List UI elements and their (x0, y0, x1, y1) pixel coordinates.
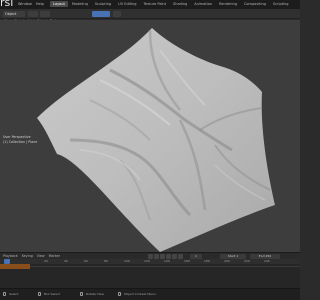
app-logo-text: rsi (0, 0, 14, 9)
tick-label: 200 (224, 259, 230, 263)
status-bar: Select Box Select Rotate View Object Con… (0, 288, 300, 300)
tick-label: 220 (244, 259, 250, 263)
3d-viewport[interactable]: User Perspective (1) Collection | Plane (0, 20, 300, 252)
viewport-info-overlay: User Perspective (1) Collection | Plane (3, 135, 37, 144)
main-menu: Window Help (18, 2, 44, 6)
tool-button[interactable] (113, 11, 121, 17)
status-box-select: Box Select (38, 292, 60, 296)
menu-view[interactable]: View (37, 254, 45, 258)
tick-label: 240 (264, 259, 270, 263)
top-menu-bar: rsi Window Help Layout Modeling Sculptin… (0, 0, 300, 9)
status-rotate-label: Rotate View (86, 292, 104, 296)
status-menu: Object Context Menu (118, 292, 156, 296)
status-rotate: Rotate View (80, 292, 104, 296)
menu-help[interactable]: Help (36, 2, 44, 6)
tool-button[interactable] (40, 11, 50, 17)
status-menu-label: Object Context Menu (124, 292, 156, 296)
mouse-left-icon (3, 292, 6, 296)
track-divider (30, 266, 300, 267)
mouse-drag-icon (80, 292, 83, 296)
tab-rendering[interactable]: Rendering (216, 1, 240, 7)
timeline-header: Playback Keying View Marker 1 Start 1 En… (0, 252, 300, 259)
end-label: End (258, 254, 265, 258)
status-select: Select (3, 292, 18, 296)
workspace-tabs: Layout Modeling Sculpting UV Editing Tex… (50, 1, 292, 7)
active-collection: (1) Collection | Plane (3, 139, 38, 144)
summary-track[interactable] (0, 264, 30, 269)
start-value: 1 (236, 254, 239, 258)
frame-ruler[interactable]: 20 40 60 80 100 120 140 160 180 200 220 … (0, 259, 300, 264)
tick-label: 120 (144, 259, 150, 263)
end-value: 250 (265, 254, 272, 258)
cloth-mesh[interactable] (0, 20, 300, 252)
tab-uv-editing[interactable]: UV Editing (115, 1, 139, 7)
mouse-right-icon (118, 292, 121, 296)
tick-label: 60 (84, 259, 88, 263)
tab-layout[interactable]: Layout (50, 1, 68, 7)
tick-label: 100 (124, 259, 130, 263)
mouse-middle-icon (38, 292, 41, 296)
menu-playback[interactable]: Playback (3, 254, 18, 258)
active-tool-button[interactable] (92, 11, 110, 17)
tool-button[interactable] (28, 11, 38, 17)
tick-label: 20 (44, 259, 48, 263)
tick-label: 140 (164, 259, 170, 263)
tab-scripting[interactable]: Scripting (270, 1, 292, 7)
timeline-menu: Playback Keying View Marker (3, 254, 60, 258)
viewport-header: Object Global Normal Individual Snap Pro… (0, 9, 300, 24)
tab-compositing[interactable]: Compositing (241, 1, 269, 7)
tab-texture-paint[interactable]: Texture Paint (140, 1, 169, 7)
tick-label: 80 (104, 259, 108, 263)
tick-label: 160 (184, 259, 190, 263)
start-label: Start (227, 254, 236, 258)
tick-label: 180 (204, 259, 210, 263)
tab-modeling[interactable]: Modeling (69, 1, 91, 7)
timeline[interactable]: 20 40 60 80 100 120 140 160 180 200 220 … (0, 259, 300, 288)
status-box-select-label: Box Select (44, 292, 60, 296)
menu-marker[interactable]: Marker (49, 254, 60, 258)
tab-animation[interactable]: Animation (191, 1, 215, 7)
status-select-label: Select (9, 292, 19, 296)
tab-sculpting[interactable]: Sculpting (92, 1, 114, 7)
tick-label: 40 (64, 259, 68, 263)
mode-select[interactable]: Object (3, 11, 25, 17)
tab-shading[interactable]: Shading (170, 1, 190, 7)
menu-keying[interactable]: Keying (22, 254, 33, 258)
menu-window[interactable]: Window (18, 2, 32, 6)
